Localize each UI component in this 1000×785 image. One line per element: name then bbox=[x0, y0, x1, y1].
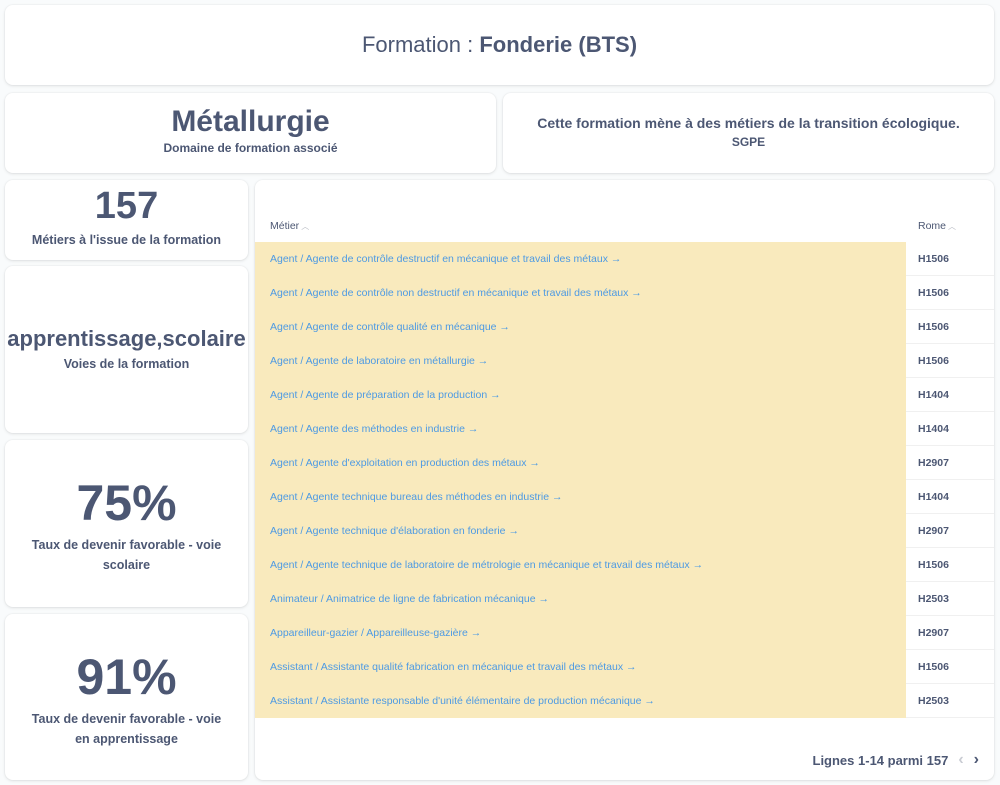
metier-link[interactable]: Agent / Agente de préparation de la prod… bbox=[255, 378, 906, 412]
transition-card: Cette formation mène à des métiers de la… bbox=[503, 93, 994, 173]
taux-apprentissage-value: 91% bbox=[76, 649, 177, 705]
rome-code: H1404 bbox=[918, 389, 949, 401]
taux-scolaire-label: Taux de devenir favorable - voie scolair… bbox=[31, 538, 222, 572]
rome-code: H1506 bbox=[918, 661, 949, 673]
pagination-text: Lignes 1-14 parmi 157 bbox=[812, 752, 949, 768]
table-row: Agent / Agente technique de laboratoire … bbox=[255, 548, 994, 582]
voies-card: apprentissage,scolaire Voies de la forma… bbox=[5, 266, 248, 433]
metier-link[interactable]: Agent / Agente des méthodes en industrie… bbox=[255, 412, 906, 446]
metiers-count-value: 157 bbox=[94, 185, 159, 227]
voies-value: apprentissage,scolaire bbox=[7, 326, 246, 351]
page-title-formation: Fonderie (BTS) bbox=[479, 32, 638, 57]
chevron-right-icon[interactable]: › bbox=[974, 752, 979, 768]
domain-value: Métallurgie bbox=[171, 105, 330, 138]
table-row: Agent / Agente de contrôle destructif en… bbox=[255, 242, 994, 276]
column-header-metier[interactable]: Métier ︿ bbox=[270, 220, 309, 232]
transition-text: Cette formation mène à des métiers de la… bbox=[537, 115, 960, 131]
metiers-table-card: Métier ︿ Rome ︿ Agent / Agente de contrôle… bbox=[255, 180, 994, 780]
metier-link[interactable]: Agent / Agente technique bureau des méth… bbox=[255, 480, 906, 514]
chevron-up-icon: ︿ bbox=[948, 222, 957, 231]
table-row: Agent / Agente technique bureau des méth… bbox=[255, 480, 994, 514]
chevron-left-icon[interactable]: ‹ bbox=[958, 752, 963, 768]
table-row: Assistant / Assistante responsable d'uni… bbox=[255, 684, 994, 718]
table-body: Agent / Agente de contrôle destructif en… bbox=[255, 242, 994, 718]
taux-apprentissage-label: Taux de devenir favorable - voie en appr… bbox=[31, 712, 222, 746]
metier-link[interactable]: Assistant / Assistante qualité fabricati… bbox=[255, 650, 906, 684]
rome-code: H2503 bbox=[918, 695, 949, 707]
table-row: Agent / Agente technique d'élaboration e… bbox=[255, 514, 994, 548]
table-row: Assistant / Assistante qualité fabricati… bbox=[255, 650, 994, 684]
metier-link[interactable]: Appareilleur-gazier / Appareilleuse-gazi… bbox=[255, 616, 906, 650]
page-title-prefix: Formation : bbox=[361, 32, 474, 57]
voies-label: Voies de la formation bbox=[63, 357, 190, 371]
metier-link[interactable]: Agent / Agente de contrôle destructif en… bbox=[255, 242, 906, 276]
metier-link[interactable]: Animateur / Animatrice de ligne de fabri… bbox=[255, 582, 906, 616]
column-header-rome-label: Rome bbox=[918, 220, 947, 232]
table-row: Agent / Agente de laboratoire en métallu… bbox=[255, 344, 994, 378]
chevron-up-icon: ︿ bbox=[301, 222, 310, 231]
column-header-metier-label: Métier bbox=[270, 220, 300, 232]
table-row: Agent / Agente de contrôle non destructi… bbox=[255, 276, 994, 310]
rome-code: H1506 bbox=[918, 253, 949, 265]
column-header-rome[interactable]: Rome ︿ bbox=[918, 220, 956, 232]
table-row: Animateur / Animatrice de ligne de fabri… bbox=[255, 582, 994, 616]
rome-code: H2907 bbox=[918, 457, 949, 469]
taux-scolaire-value: 75% bbox=[76, 475, 177, 531]
table-row: Agent / Agente de contrôle qualité en mé… bbox=[255, 310, 994, 344]
metier-link[interactable]: Agent / Agente de contrôle non destructi… bbox=[255, 276, 906, 310]
transition-label: SGPE bbox=[731, 135, 766, 149]
metier-link[interactable]: Agent / Agente technique de laboratoire … bbox=[255, 548, 906, 582]
page-title: Formation : Fonderie (BTS) bbox=[362, 32, 637, 58]
title-card: Formation : Fonderie (BTS) bbox=[5, 5, 994, 85]
metier-link[interactable]: Assistant / Assistante responsable d'uni… bbox=[255, 684, 906, 718]
taux-apprentissage-card: 91% Taux de devenir favorable - voie en … bbox=[5, 614, 248, 780]
table-row: Agent / Agente de préparation de la prod… bbox=[255, 378, 994, 412]
rome-code: H2503 bbox=[918, 593, 949, 605]
metiers-count-card: 157 Métiers à l'issue de la formation bbox=[5, 180, 248, 260]
table-header: Métier ︿ Rome ︿ bbox=[270, 220, 994, 240]
rome-code: H1506 bbox=[918, 287, 949, 299]
metier-link[interactable]: Agent / Agente d'exploitation en product… bbox=[255, 446, 906, 480]
domain-card: Métallurgie Domaine de formation associé bbox=[5, 93, 496, 173]
table-row: Agent / Agente d'exploitation en product… bbox=[255, 446, 994, 480]
rome-code: H2907 bbox=[918, 525, 949, 537]
metiers-count-label: Métiers à l'issue de la formation bbox=[31, 232, 222, 247]
domain-label: Domaine de formation associé bbox=[163, 141, 338, 155]
metier-link[interactable]: Agent / Agente de laboratoire en métallu… bbox=[255, 344, 906, 378]
table-row: Appareilleur-gazier / Appareilleuse-gazi… bbox=[255, 616, 994, 650]
rome-code: H1404 bbox=[918, 491, 949, 503]
rome-code: H1404 bbox=[918, 423, 949, 435]
rome-code: H1506 bbox=[918, 355, 949, 367]
rome-code: H1506 bbox=[918, 321, 949, 333]
rome-code: H2907 bbox=[918, 627, 949, 639]
rome-code: H1506 bbox=[918, 559, 949, 571]
pagination: Lignes 1-14 parmi 157 ‹ › bbox=[813, 750, 980, 770]
taux-scolaire-card: 75% Taux de devenir favorable - voie sco… bbox=[5, 440, 248, 607]
metier-link[interactable]: Agent / Agente de contrôle qualité en mé… bbox=[255, 310, 906, 344]
metier-link[interactable]: Agent / Agente technique d'élaboration e… bbox=[255, 514, 906, 548]
table-row: Agent / Agente des méthodes en industrie… bbox=[255, 412, 994, 446]
